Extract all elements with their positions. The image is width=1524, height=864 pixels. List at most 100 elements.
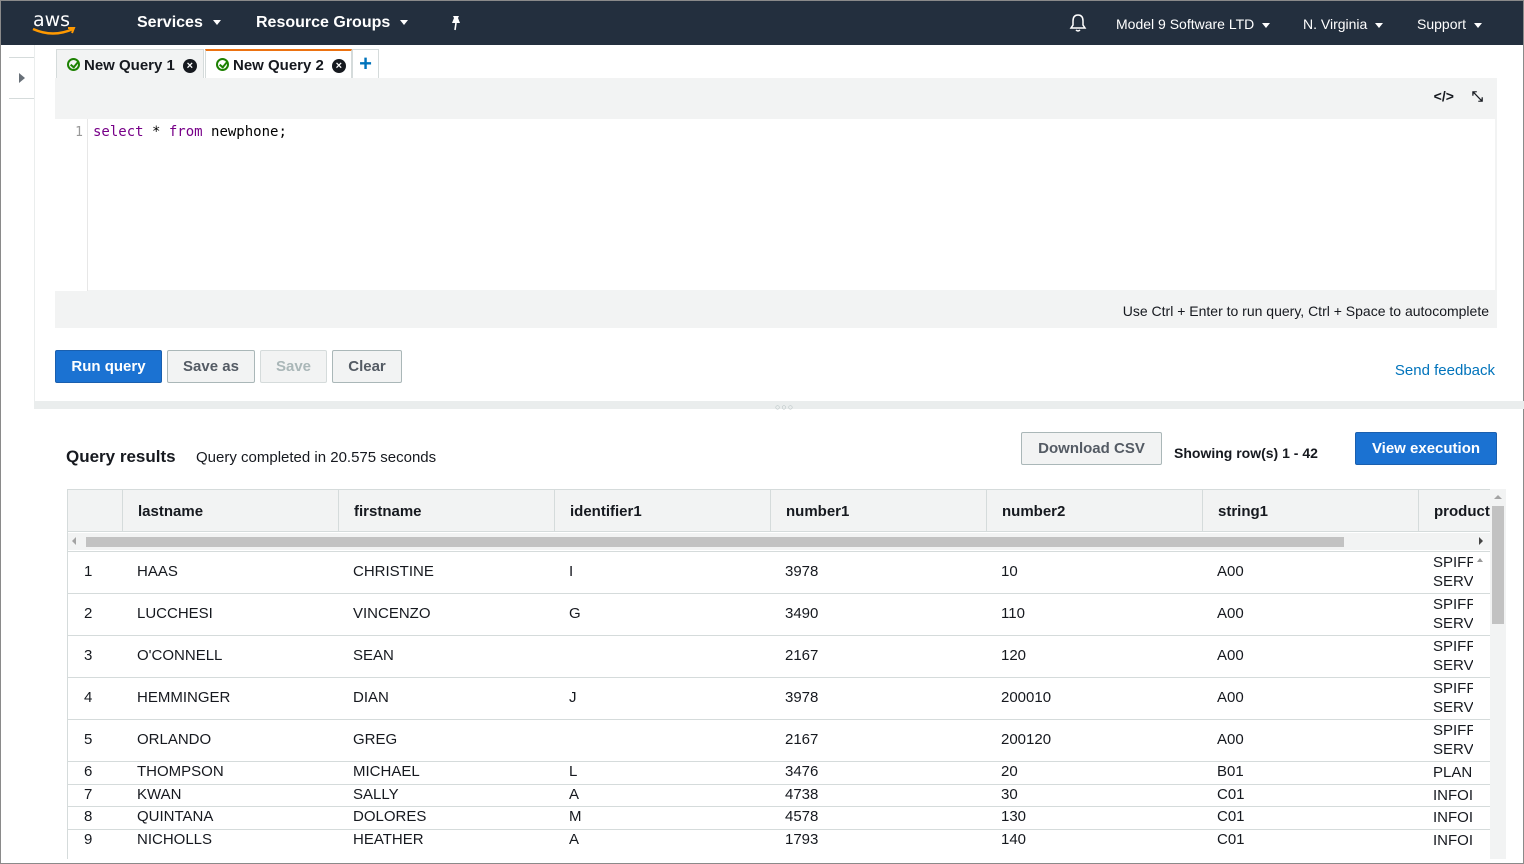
run-query-button[interactable]: Run query — [55, 350, 162, 383]
table-cell-number1: 2167 — [785, 731, 819, 748]
table-row[interactable]: 6 THOMPSON MICHAEL L 3476 20 B01 PLAN — [68, 761, 1490, 784]
table-cell-index: 8 — [84, 808, 93, 826]
scroll-right-icon[interactable] — [1479, 537, 1483, 545]
table-cell-lastname: KWAN — [137, 785, 182, 803]
product-line: SERV — [1433, 615, 1473, 632]
column-header-string1[interactable]: string1 — [1202, 490, 1418, 532]
save-button[interactable]: Save — [260, 350, 327, 383]
vertical-scrollbar[interactable] — [1490, 489, 1506, 859]
check-circle-icon — [216, 58, 229, 71]
horizontal-scrollbar[interactable] — [68, 533, 1490, 550]
table-cell-string1: A00 — [1217, 605, 1244, 622]
table-cell-number2: 30 — [1001, 785, 1018, 803]
column-header-firstname[interactable]: firstname — [338, 490, 554, 532]
table-row[interactable]: 8 QUINTANA DOLORES M 4578 130 C01 INFOI — [68, 806, 1490, 829]
clear-button[interactable]: Clear — [332, 350, 402, 383]
column-header-lastname[interactable]: lastname — [122, 490, 338, 532]
column-header-product[interactable]: product — [1418, 490, 1490, 532]
table-cell-product: SPIFF SERV — [1433, 553, 1473, 591]
table-cell-string1: C01 — [1217, 808, 1245, 826]
cell-scroll-up-icon[interactable] — [1477, 558, 1483, 562]
table-cell-number1: 3476 — [785, 763, 819, 780]
table-cell-string1: B01 — [1217, 763, 1244, 780]
product-line: SERV — [1433, 573, 1473, 590]
aws-logo[interactable]: aws — [31, 7, 79, 39]
code-keyword: select — [93, 124, 144, 140]
tab-new-query-2[interactable]: New Query 2 × — [205, 49, 352, 78]
table-cell-lastname: HEMMINGER — [137, 689, 231, 706]
table-cell-number1: 2167 — [785, 647, 819, 664]
sql-editor[interactable]: 1 select * from newphone; — [55, 118, 1495, 291]
resource-groups-label: Resource Groups — [256, 14, 391, 31]
table-cell-product: SPIFF SERV — [1433, 721, 1473, 759]
scrollbar-thumb[interactable] — [86, 537, 1344, 547]
table-row[interactable]: 4 HEMMINGER DIAN J 3978 200010 A00 SPIFF SERV — [68, 677, 1490, 719]
table-row[interactable]: 2 LUCCHESI VINCENZO G 3490 110 A00 SPIFF SERV — [68, 593, 1490, 635]
code-keyword: from — [168, 124, 203, 140]
close-circle-icon[interactable]: × — [331, 59, 346, 73]
table-cell-firstname: DIAN — [353, 689, 389, 706]
column-header-index — [68, 490, 122, 532]
side-panel-toggle[interactable] — [9, 57, 35, 99]
code-text: * — [143, 124, 169, 140]
format-code-icon[interactable]: </> — [1434, 88, 1454, 104]
support-menu[interactable]: Support — [1417, 16, 1483, 32]
tab-new-query-1[interactable]: New Query 1 × — [56, 49, 204, 78]
pin-icon[interactable] — [448, 15, 464, 31]
table-cell-index: 7 — [84, 785, 93, 803]
chevron-down-icon — [1474, 22, 1483, 28]
services-menu[interactable]: Services — [137, 14, 221, 32]
collapse-icon[interactable]: ⤡ — [1472, 88, 1483, 104]
table-cell-identifier1: L — [569, 763, 578, 780]
editor-hint: Use Ctrl + Enter to run query, Ctrl + Sp… — [1122, 303, 1489, 319]
table-cell-number1: 4578 — [785, 808, 819, 826]
code-text: newphone; — [202, 124, 287, 140]
column-header-number1[interactable]: number1 — [770, 490, 986, 532]
scrollbar-thumb[interactable] — [1492, 506, 1504, 624]
table-cell-identifier1: M — [569, 808, 582, 826]
column-header-number2[interactable]: number2 — [986, 490, 1202, 532]
sql-code[interactable]: select * from newphone; — [93, 124, 287, 140]
resource-groups-menu[interactable]: Resource Groups — [256, 14, 409, 32]
table-cell-index: 2 — [84, 605, 93, 622]
column-header-identifier1[interactable]: identifier1 — [554, 490, 770, 532]
table-row[interactable]: 5 ORLANDO GREG 2167 200120 A00 SPIFF SERV — [68, 719, 1490, 761]
table-row[interactable]: 3 O'CONNELL SEAN 2167 120 A00 SPIFF SERV — [68, 635, 1490, 677]
table-cell-string1: C01 — [1217, 831, 1245, 849]
scroll-up-icon[interactable] — [1494, 495, 1502, 499]
table-row[interactable]: 7 KWAN SALLY A 4738 30 C01 INFOI — [68, 783, 1490, 807]
table-cell-string1: C01 — [1217, 785, 1245, 803]
table-cell-lastname: HAAS — [137, 563, 178, 580]
table-cell-lastname: O'CONNELL — [137, 647, 223, 664]
editor-toolbar: </> ⤡ — [1420, 88, 1483, 105]
check-circle-icon — [67, 58, 80, 71]
product-line: PLAN — [1433, 764, 1473, 781]
table-cell-lastname: ORLANDO — [137, 731, 212, 748]
row-count: Showing row(s) 1 - 42 — [1174, 445, 1318, 461]
scroll-left-icon[interactable] — [72, 537, 76, 545]
table-cell-number1: 1793 — [785, 831, 819, 849]
region-menu[interactable]: N. Virginia — [1303, 16, 1384, 32]
region-label: N. Virginia — [1303, 16, 1368, 32]
table-cell-number2: 200010 — [1001, 689, 1052, 706]
resize-divider[interactable]: ○○○ — [34, 401, 1524, 412]
table-cell-index: 4 — [84, 689, 93, 706]
product-line: SPIFF — [1433, 638, 1473, 655]
product-line: INFOI — [1433, 809, 1473, 827]
add-tab-button[interactable]: + — [352, 49, 379, 78]
save-as-button[interactable]: Save as — [167, 350, 255, 383]
close-circle-icon[interactable]: × — [182, 59, 197, 73]
bell-icon[interactable] — [1069, 13, 1087, 33]
table-cell-product: INFOI — [1433, 808, 1473, 827]
view-execution-button[interactable]: View execution — [1355, 432, 1497, 465]
table-row[interactable]: 9 NICHOLLS HEATHER A 1793 140 C01 INFOI — [68, 829, 1490, 852]
table-row[interactable]: 1 HAAS CHRISTINE I 3978 10 A00 SPIFF SERV — [68, 551, 1490, 593]
product-line: SPIFF — [1433, 680, 1473, 697]
download-csv-button[interactable]: Download CSV — [1021, 432, 1162, 465]
table-cell-lastname: LUCCHESI — [137, 605, 213, 622]
table-cell-identifier1: G — [569, 605, 581, 622]
send-feedback-link[interactable]: Send feedback — [1395, 362, 1495, 379]
table-cell-product: INFOI — [1433, 786, 1473, 805]
account-menu[interactable]: Model 9 Software LTD — [1116, 16, 1271, 32]
side-rail — [34, 45, 35, 405]
